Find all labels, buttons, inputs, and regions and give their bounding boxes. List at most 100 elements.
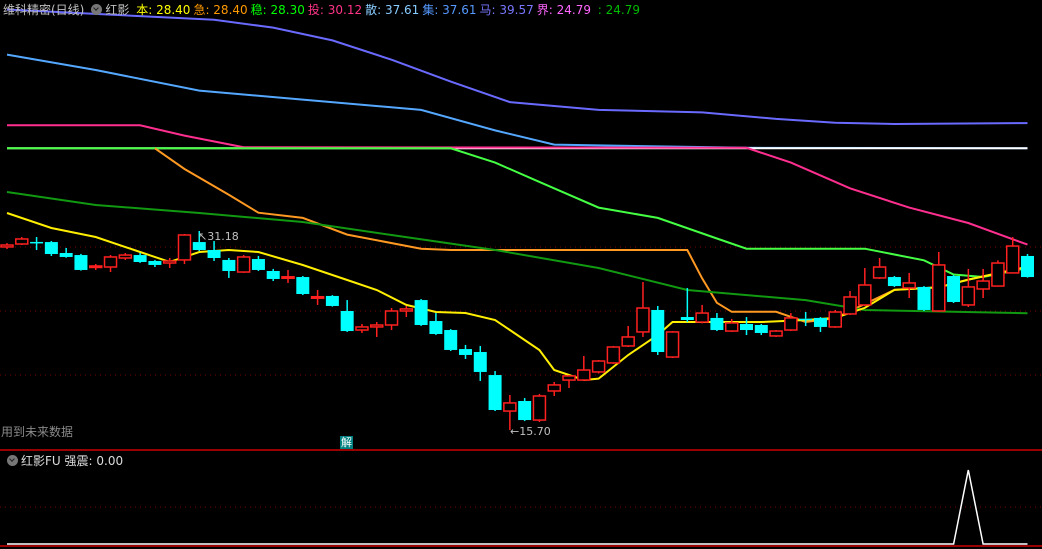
candle-body [118, 254, 133, 259]
candle-body [695, 312, 709, 323]
candle [680, 287, 694, 323]
candle [724, 318, 739, 332]
low-annotation: ←15.70 [510, 425, 551, 438]
indicator-name[interactable]: 红影 [105, 3, 129, 17]
candles [0, 231, 1035, 431]
candle-body [355, 326, 369, 331]
price-chart[interactable] [0, 0, 1042, 549]
candle-body [858, 284, 872, 306]
candle [799, 312, 813, 327]
candle-body [784, 317, 798, 331]
candle [266, 268, 280, 282]
candle-body [488, 375, 502, 411]
series-line-急 [154, 147, 1028, 324]
candle-body [15, 238, 29, 245]
candle-body [222, 259, 236, 271]
indicator-dropdown-icon[interactable] [91, 4, 103, 15]
candle-body [88, 265, 103, 269]
lower-indicator-label: 强震 [64, 454, 89, 468]
candle [651, 305, 665, 355]
candle [872, 258, 887, 279]
candle [577, 356, 591, 381]
stock-title: 维科精密(日线) [3, 3, 85, 17]
candle [384, 308, 399, 331]
candle [88, 264, 103, 270]
chart-header: 维科精密(日线) 红影 本: 28.40 急: 28.40 稳: 28.30 投: 30… [3, 3, 646, 17]
candle [636, 282, 650, 337]
candle-body [177, 234, 192, 261]
candle [740, 317, 753, 336]
candle [103, 255, 118, 273]
candle-body [251, 259, 265, 270]
candle-body [991, 262, 1005, 287]
candle [932, 251, 946, 313]
jie-badge[interactable]: 解 [340, 436, 353, 449]
candle [488, 371, 502, 412]
indicator-values: 本: 28.40 急: 28.40 稳: 28.30 投: 30.12 散: 37.61… [136, 3, 643, 17]
candle [281, 269, 295, 283]
candle-body [310, 295, 325, 299]
candle [917, 286, 931, 311]
series-line-马 [6, 8, 1028, 126]
candle-body [0, 244, 14, 248]
indicator-dropdown-icon[interactable] [7, 455, 18, 466]
candle-body [532, 395, 547, 421]
candle [118, 252, 133, 260]
candle-body [562, 375, 576, 381]
indicator-value-3: 投: 30.12 [307, 3, 363, 17]
candle-body [518, 401, 532, 421]
candle [340, 300, 354, 332]
candle-body [606, 346, 621, 364]
candle [414, 299, 428, 326]
candle-body [932, 264, 946, 312]
candle-body [103, 256, 118, 268]
candle-body [325, 295, 339, 306]
candle [754, 323, 768, 336]
candle [355, 323, 369, 333]
candle [591, 359, 606, 374]
candle-body [710, 317, 724, 331]
candle-body [740, 323, 753, 331]
candle [947, 274, 961, 304]
candle-body [370, 324, 384, 328]
candle-body [162, 260, 177, 264]
candle [769, 330, 783, 337]
candle-body [473, 352, 487, 372]
candle-body [148, 260, 162, 265]
candle [429, 313, 443, 335]
candle [74, 253, 88, 271]
candle [828, 309, 842, 328]
series-line-投 [7, 124, 1028, 246]
candle-body [651, 309, 665, 353]
candle [858, 268, 872, 306]
candle [0, 243, 14, 250]
candle-body [577, 369, 591, 381]
candle [562, 375, 576, 389]
candle-body [621, 336, 635, 347]
indicator-value-8: : 24.79 [593, 3, 640, 17]
candle [370, 322, 384, 337]
candle-body [917, 286, 931, 310]
candle-body [429, 321, 443, 335]
candle-body [799, 318, 813, 321]
candle [621, 326, 635, 347]
candle-body [192, 242, 206, 251]
candle [177, 233, 192, 265]
candle [606, 345, 621, 364]
candle [547, 381, 561, 396]
candle [843, 291, 857, 315]
candle [44, 241, 58, 256]
candle-body [680, 317, 694, 320]
candle [991, 260, 1005, 287]
candle [710, 313, 724, 332]
lower-indicator-name[interactable]: 红影FU [21, 454, 61, 468]
high-annotation: ↖31.18 [198, 230, 239, 243]
indicator-value-4: 散: 37.61 [365, 3, 420, 17]
candle-body [281, 276, 295, 280]
indicator-value-7: 界: 24.79 [536, 3, 591, 17]
series-line-集 [6, 53, 1028, 150]
candle [15, 237, 29, 246]
series-line-本 [6, 212, 1028, 382]
candle [251, 255, 265, 271]
candle-body [44, 242, 58, 255]
